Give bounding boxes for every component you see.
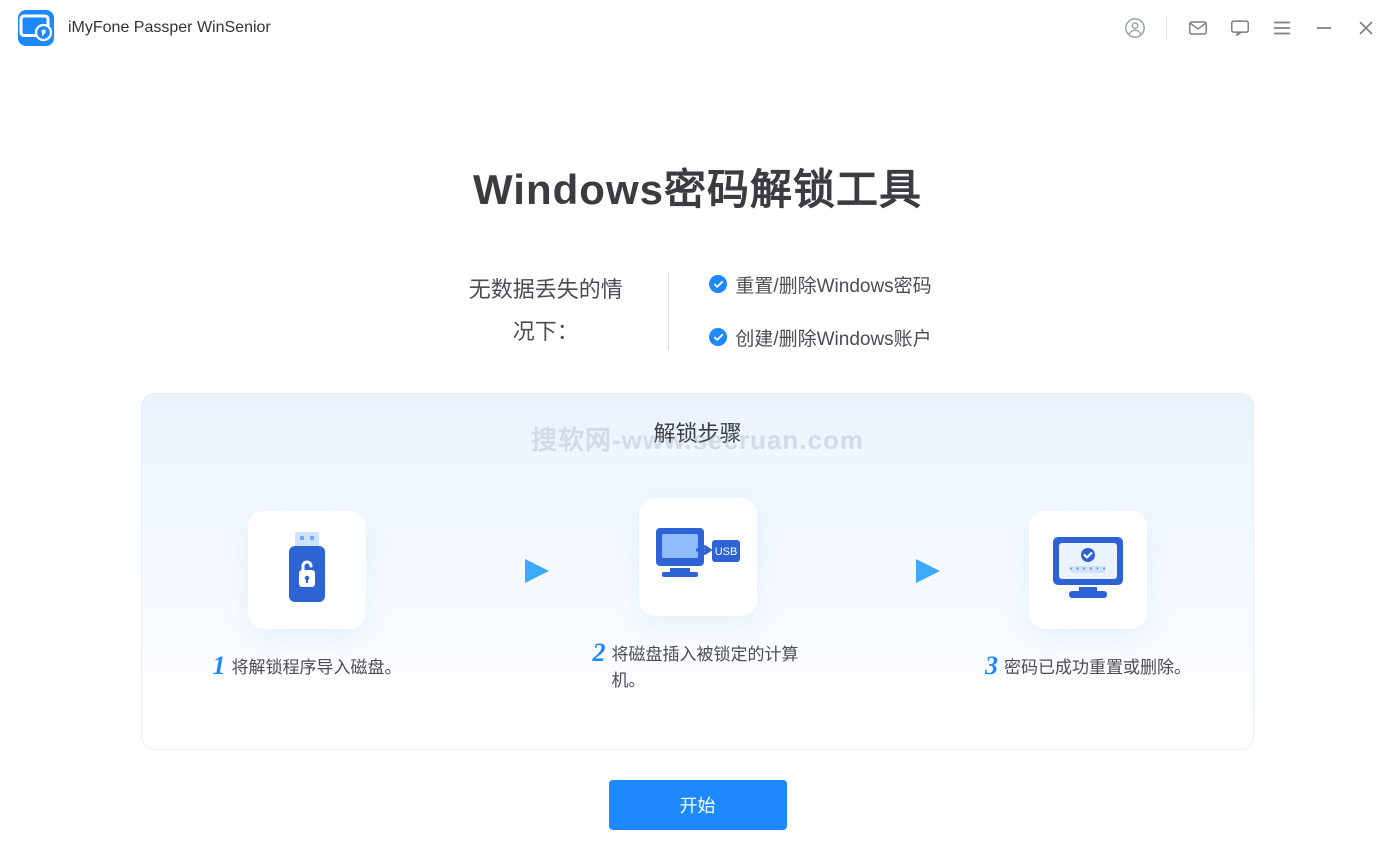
step-1: 1 将解锁程序导入磁盘。 xyxy=(182,511,432,681)
step-3: * * * * * * 3 密码已成功重置或删除。 xyxy=(963,511,1213,681)
feature-item: 重置/删除Windows密码 xyxy=(709,271,931,298)
check-icon xyxy=(709,275,727,293)
subheading-row: 无数据丢失的情况下： 重置/删除Windows密码 创建/删除Windows账户 xyxy=(0,269,1395,353)
svg-text:* * * * * *: * * * * * * xyxy=(1069,567,1106,574)
feature-label: 重置/删除Windows密码 xyxy=(735,271,931,298)
feature-item: 创建/删除Windows账户 xyxy=(709,324,931,351)
main-content: Windows密码解锁工具 无数据丢失的情况下： 重置/删除Windows密码 … xyxy=(0,56,1395,830)
mail-icon[interactable] xyxy=(1187,17,1209,39)
app-logo-icon xyxy=(18,10,54,46)
start-button[interactable]: 开始 xyxy=(609,780,787,830)
page-title: Windows密码解锁工具 xyxy=(0,156,1395,217)
step-card: * * * * * * xyxy=(1029,511,1147,629)
feedback-icon[interactable] xyxy=(1229,17,1251,39)
titlebar-divider xyxy=(1166,16,1167,40)
step-card: USB xyxy=(639,498,757,616)
step-number: 1 xyxy=(213,653,226,679)
minimize-icon[interactable] xyxy=(1313,17,1335,39)
svg-text:USB: USB xyxy=(714,546,737,558)
step-text: 将解锁程序导入磁盘。 xyxy=(232,655,402,681)
step-label: 2 将磁盘插入被锁定的计算机。 xyxy=(593,642,803,695)
step-text: 将磁盘插入被锁定的计算机。 xyxy=(612,642,803,695)
subhead-text: 无数据丢失的情况下： xyxy=(463,269,628,353)
step-2: USB 2 将磁盘插入被锁定的计算机。 xyxy=(573,498,823,695)
titlebar: iMyFone Passper WinSenior xyxy=(0,0,1395,56)
step-number: 2 xyxy=(593,640,606,666)
step-label: 3 密码已成功重置或删除。 xyxy=(985,655,1191,681)
app-title: iMyFone Passper WinSenior xyxy=(68,19,271,37)
check-icon xyxy=(709,328,727,346)
steps-panel: 搜软网-www.secruan.com 解锁步骤 xyxy=(141,393,1254,751)
step-card xyxy=(248,511,366,629)
arrow-right-icon xyxy=(447,551,557,591)
step-label: 1 将解锁程序导入磁盘。 xyxy=(213,655,402,681)
close-icon[interactable] xyxy=(1355,17,1377,39)
usb-lock-icon xyxy=(277,530,337,610)
titlebar-actions xyxy=(1124,16,1377,40)
success-monitor-icon: * * * * * * xyxy=(1047,533,1129,607)
feature-list: 重置/删除Windows密码 创建/删除Windows账户 xyxy=(709,271,931,351)
arrow-right-icon xyxy=(838,551,948,591)
step-number: 3 xyxy=(985,653,998,679)
feature-label: 创建/删除Windows账户 xyxy=(735,324,931,351)
insert-disk-icon: USB xyxy=(652,522,744,592)
menu-icon[interactable] xyxy=(1271,17,1293,39)
steps-title: 解锁步骤 xyxy=(182,416,1213,448)
user-icon[interactable] xyxy=(1124,17,1146,39)
step-text: 密码已成功重置或删除。 xyxy=(1004,655,1191,681)
steps-row: 1 将解锁程序导入磁盘。 xyxy=(182,498,1213,695)
vertical-divider xyxy=(668,272,669,350)
